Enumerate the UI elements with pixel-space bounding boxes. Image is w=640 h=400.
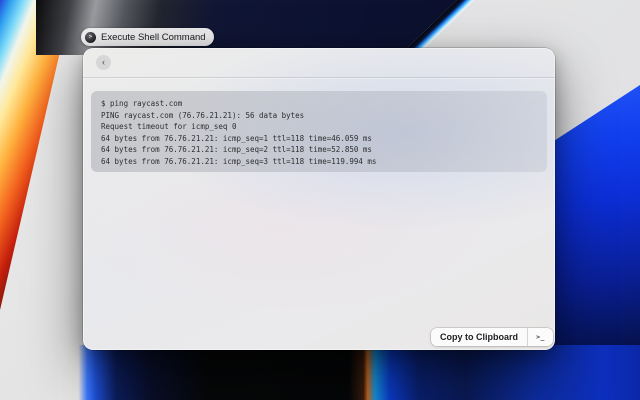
window-header: ‹ — [83, 48, 555, 78]
command-title-label: Execute Shell Command — [101, 32, 206, 43]
footer-action-group: Copy to Clipboard >_ — [431, 328, 553, 346]
terminal-prompt-icon: >_ — [536, 333, 545, 341]
terminal-output-panel: $ ping raycast.com PING raycast.com (76.… — [91, 91, 547, 172]
terminal-line: Request timeout for icmp_seq 0 — [101, 121, 537, 133]
copy-to-clipboard-button[interactable]: Copy to Clipboard — [431, 328, 527, 346]
command-title-badge: > Execute Shell Command — [81, 28, 214, 46]
wallpaper-bottom-strip — [58, 345, 640, 400]
shell-command-icon: > — [85, 32, 96, 43]
terminal-line: PING raycast.com (76.76.21.21): 56 data … — [101, 110, 537, 122]
chevron-left-icon: ‹ — [102, 58, 105, 67]
terminal-line: 64 bytes from 76.76.21.21: icmp_seq=1 tt… — [101, 133, 537, 145]
shell-output-window: ‹ $ ping raycast.com PING raycast.com (7… — [83, 48, 555, 350]
open-in-terminal-button[interactable]: >_ — [528, 328, 553, 346]
terminal-line: 64 bytes from 76.76.21.21: icmp_seq=2 tt… — [101, 144, 537, 156]
back-button[interactable]: ‹ — [96, 55, 111, 70]
terminal-line: $ ping raycast.com — [101, 98, 537, 110]
terminal-line: 64 bytes from 76.76.21.21: icmp_seq=3 tt… — [101, 156, 537, 168]
